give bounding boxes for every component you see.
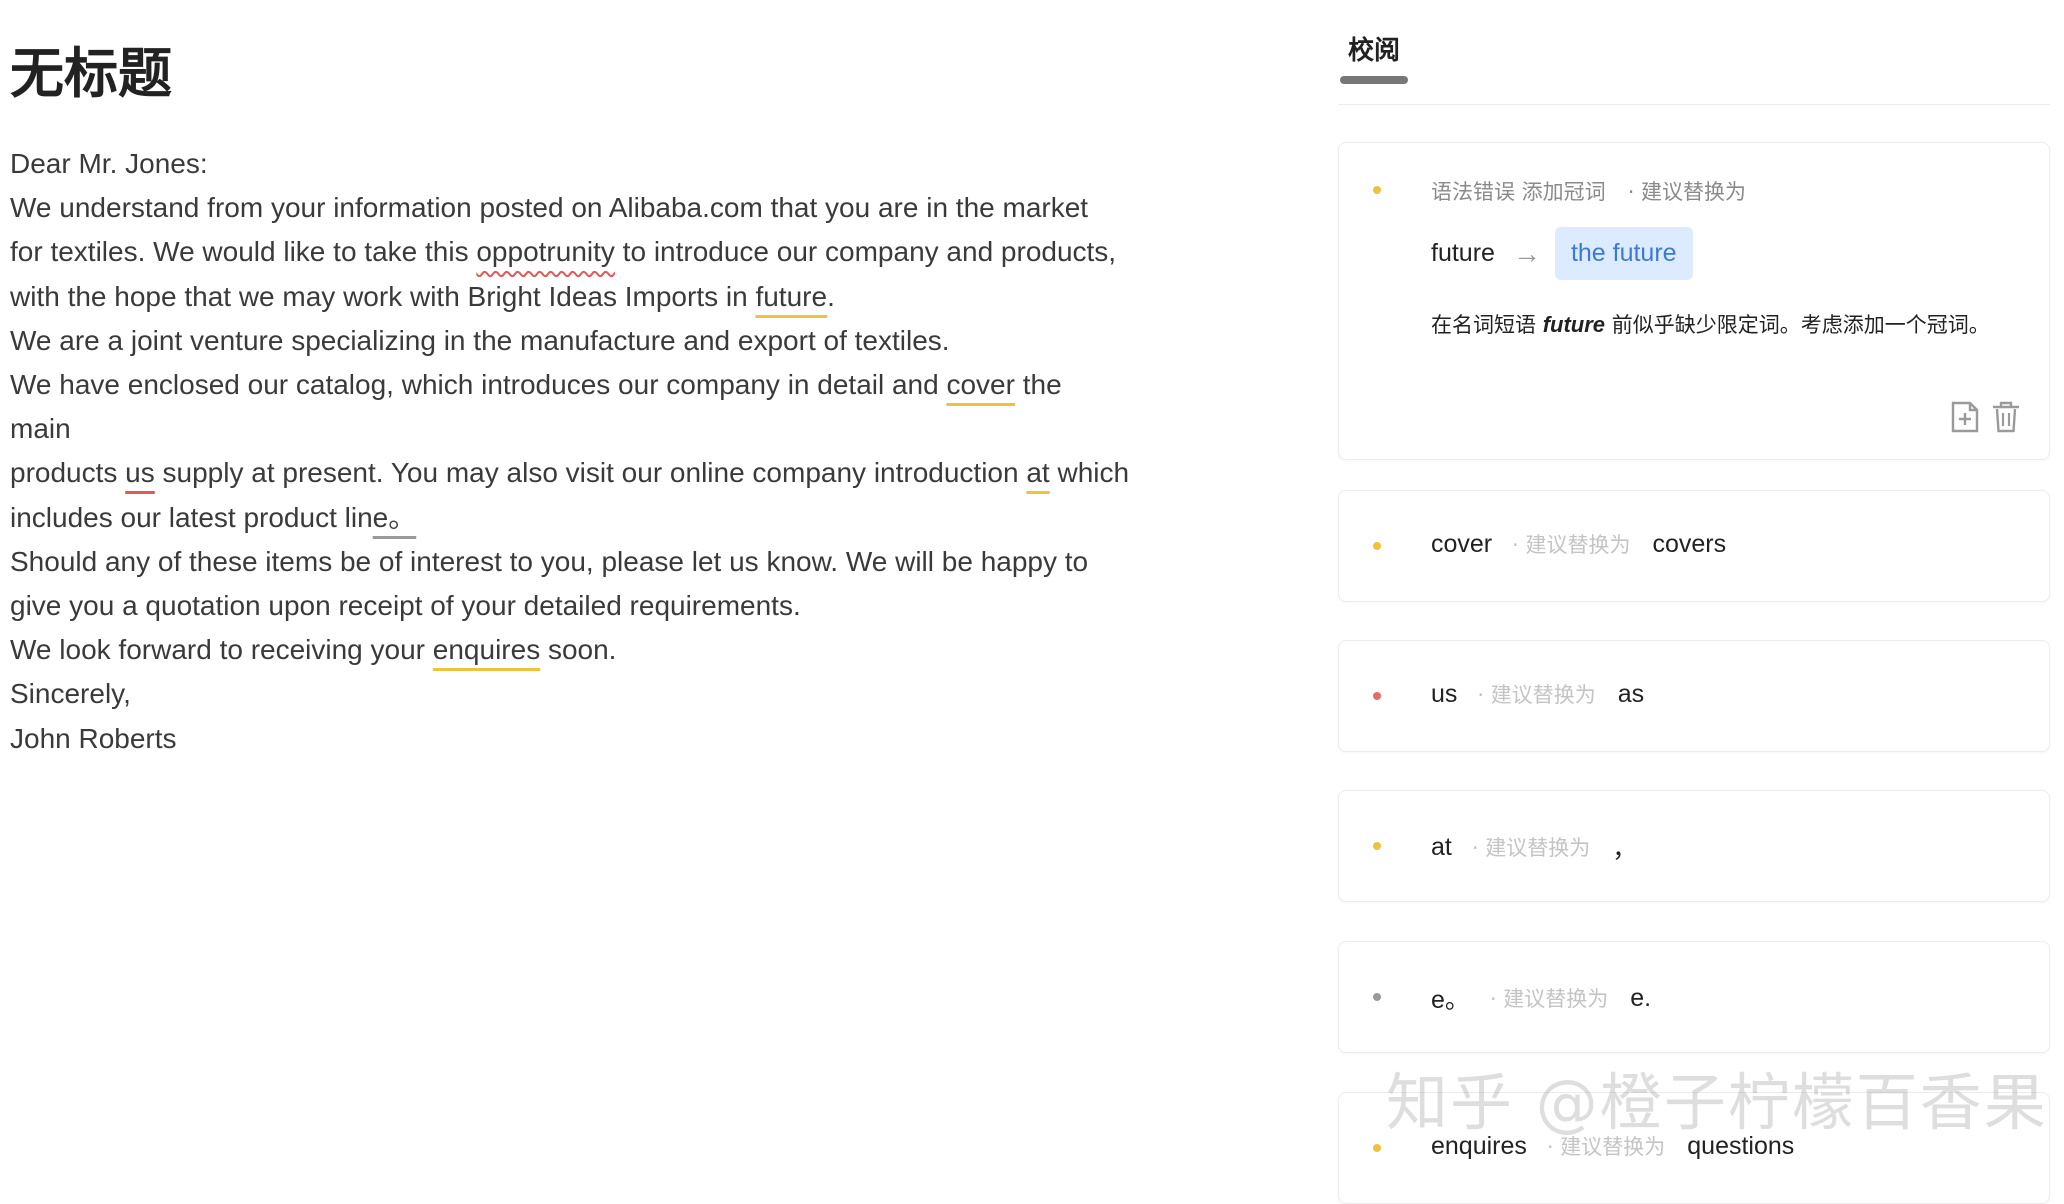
suggest-label: · 建议替换为 (1489, 987, 1609, 1011)
suggestion-category: 语法错误 添加冠词 (1431, 180, 1606, 204)
tab-active-indicator (1340, 76, 1408, 84)
doc-line: We understand from your information post… (10, 192, 1089, 224)
original-word: at (1431, 832, 1452, 861)
suggestion-row: at · 建议替换为 ， (1431, 829, 1637, 865)
suggestion-row: e。 · 建议替换为 e. (1431, 980, 1651, 1016)
suggestion-card[interactable]: e。 · 建议替换为 e. (1338, 941, 2050, 1053)
original-word: us (1431, 679, 1458, 708)
grammar-error-future[interactable]: future (755, 281, 827, 312)
suggestion-card[interactable]: at · 建议替换为 ， (1338, 790, 2050, 902)
original-word: cover (1431, 529, 1493, 558)
suggestion-replacement-row: future → the future (1431, 227, 1693, 280)
doc-line: give you a quotation upon receipt of you… (10, 590, 801, 622)
watermark: 知乎 @橙子柠檬百香果 (1386, 1066, 2048, 1139)
suggested-word[interactable]: ， (1612, 829, 1637, 865)
suggestion-card[interactable]: cover · 建议替换为 covers (1338, 490, 2050, 602)
grammar-error-us[interactable]: us (125, 457, 155, 488)
proofread-panel: 校阅 语法错误 添加冠词 · 建议替换为 future → the future … (1338, 0, 2058, 1204)
suggestion-card[interactable]: us · 建议替换为 as (1338, 640, 2050, 752)
panel-divider (1338, 104, 2050, 105)
suggested-word[interactable]: e. (1630, 984, 1651, 1013)
severity-dot (1373, 186, 1381, 194)
suggestion-explanation: 在名词短语 future 前似乎缺少限定词。考虑添加一个冠词。 (1431, 312, 1990, 337)
suggestion-row: cover · 建议替换为 covers (1431, 529, 1726, 559)
grammar-error-enquires[interactable]: enquires (433, 634, 540, 665)
document-title[interactable]: 无标题 (10, 36, 1130, 112)
doc-line: for textiles. We would like to take this… (10, 236, 1117, 268)
doc-line: We are a joint venture specializing in t… (10, 324, 950, 356)
severity-dot (1373, 1144, 1381, 1152)
suggested-word[interactable]: covers (1653, 530, 1727, 559)
suggest-label: · 建议替换为 (1471, 836, 1591, 860)
tab-proofread[interactable]: 校阅 (1348, 30, 1400, 67)
severity-dot (1373, 542, 1381, 550)
severity-dot (1373, 692, 1381, 700)
suggestion-card-expanded[interactable]: 语法错误 添加冠词 · 建议替换为 future → the future 在名词… (1338, 142, 2050, 460)
doc-line: We have enclosed our catalog, which intr… (10, 369, 1062, 445)
suggestion-header: 语法错误 添加冠词 · 建议替换为 (1431, 176, 1746, 206)
original-word: e。 (1431, 986, 1470, 1014)
original-word: future (1431, 239, 1495, 267)
doc-line: We look forward to receiving your enquir… (10, 634, 617, 666)
suggested-word[interactable]: as (1618, 680, 1644, 709)
suggest-label: · 建议替换为 (1477, 683, 1596, 707)
add-to-dictionary-icon[interactable] (1950, 401, 1980, 433)
grammar-error-cover[interactable]: cover (946, 369, 1014, 400)
doc-line: with the hope that we may work with Brig… (10, 280, 835, 312)
severity-dot (1373, 993, 1381, 1001)
suggestion-row: us · 建议替换为 as (1431, 679, 1644, 709)
delete-icon[interactable] (1991, 401, 2021, 433)
doc-line: John Roberts (10, 722, 177, 754)
punctuation-error-line[interactable]: e。 (373, 502, 417, 533)
doc-line: includes our latest product line。 (10, 501, 417, 533)
document-body[interactable]: Dear Mr. Jones: We understand from your … (10, 142, 1130, 761)
suggest-label: · 建议替换为 (1627, 180, 1747, 204)
doc-line: Should any of these items be of interest… (10, 545, 1089, 577)
arrow-right-icon: → (1512, 237, 1541, 269)
apply-suggestion-button[interactable]: the future (1554, 227, 1693, 280)
doc-line: Sincerely, (10, 678, 131, 710)
doc-line: Dear Mr. Jones: (10, 148, 208, 179)
doc-line: products us supply at present. You may a… (10, 457, 1130, 489)
suggest-label: · 建议替换为 (1512, 533, 1631, 557)
grammar-error-at[interactable]: at (1026, 457, 1049, 488)
spelling-error-oppotrunity[interactable]: oppotrunity (476, 236, 615, 267)
severity-dot (1373, 842, 1381, 850)
document-area[interactable]: 无标题 Dear Mr. Jones: We understand from y… (10, 36, 1130, 761)
